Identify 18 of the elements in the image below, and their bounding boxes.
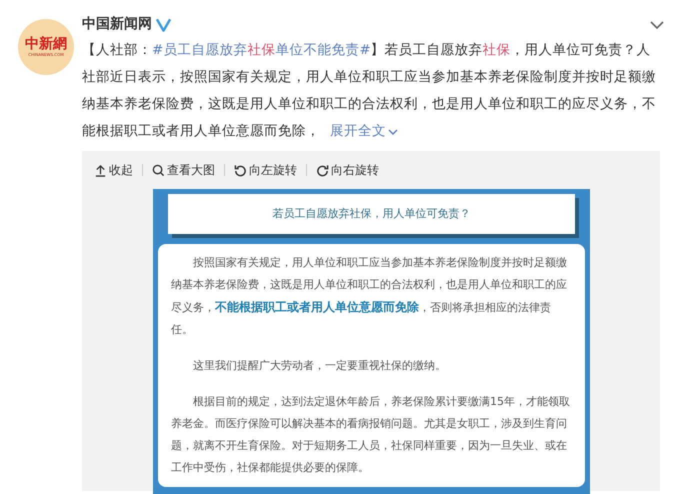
expand-link[interactable]: 展开全文 [330,118,398,145]
toolbar-button[interactable]: 向左旋转 [234,161,297,179]
upload-arrow-icon [94,164,107,176]
rotate-right-icon [316,164,329,176]
rotate-left-icon [234,164,247,176]
graphic-paragraph: 按照国家有关规定，用人单位和职工应当参加基本养老保险制度并按时足额缴纳基本养老保险费，这既是用人单位和职工的合法权利，也是用人单位和职工的应尽义务，不能根据职工或者用人单位意愿而免除，否则将承担相应的法律责任。 [171,255,568,338]
search-icon [152,164,165,176]
toolbar-button[interactable]: 查看大图 [152,161,215,179]
toolbar-button[interactable]: 向右旋转 [316,161,379,179]
chevron-down-icon [388,128,398,134]
caret-down-icon[interactable] [650,20,664,28]
hashtag-link[interactable]: #员工自愿放弃社保单位不能免责# [152,42,371,58]
graphic-paragraph: 这里我们提醒广大劳动者，一定要重视社保的缴纳。 [192,358,447,374]
graphic-paragraph: 根据目前的规定，达到法定退休年龄后，养老保险累计要缴满15年，才能领取养老金。而医疗保险可以解决基本的看病报销问题。尤其是女职工，涉及到生育问题，就离不开生育保险。对于短期务工人员，社保同样重要，因为一旦失业、或在工作中受伤，社保都能提供必要的保障。 [171,394,571,476]
post-text: 【人社部：#员工自愿放弃社保单位不能免责#】若员工自愿放弃社保，用人单位可免责？人社部近日表示，按照国家有关规定，用人单位和职工应当参加基本养老保险制度并按时足额缴纳基本养老保险费，这既是用人单位和职工的合法权利，也是用人单位和职工的应尽义务，不能根据职工或者用人单位意愿而免除， 展开全文 [82,37,664,145]
toolbar-button[interactable]: 收起 [94,161,133,179]
author-name[interactable]: 中国新闻网 [82,14,152,35]
graphic-title: 若员工自愿放弃社保，用人单位可免责？ [168,194,575,234]
